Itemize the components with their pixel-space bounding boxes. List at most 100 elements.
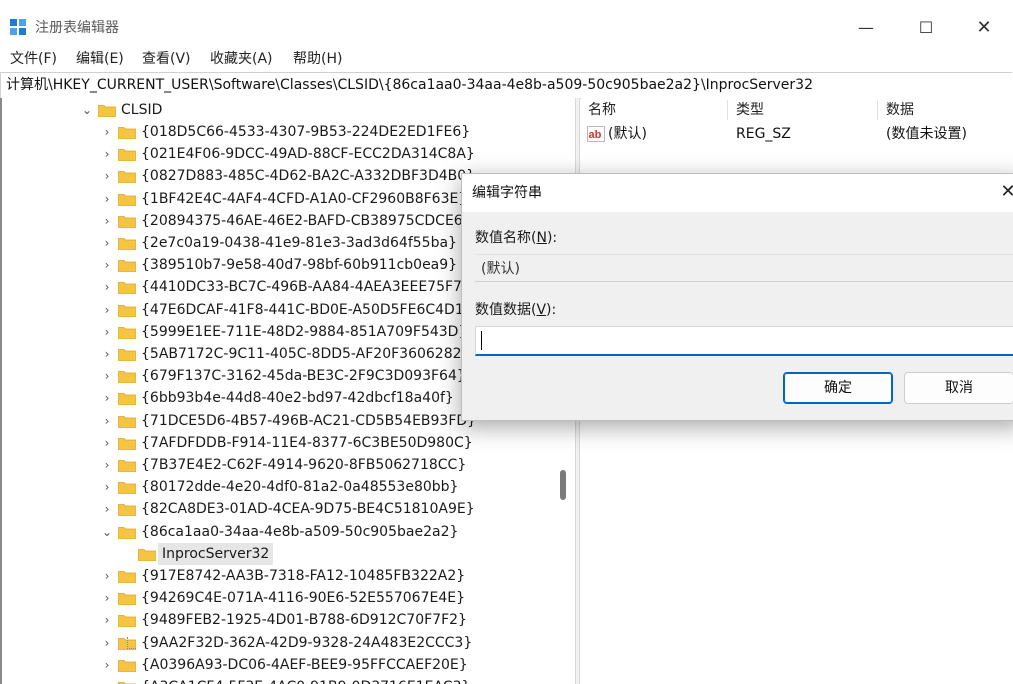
folder-icon xyxy=(118,349,136,361)
value-name[interactable]: (默认) xyxy=(608,123,647,145)
tree-item-key[interactable]: › {80172dde-4e20-4df0-81a2-0a48553e80bb} xyxy=(0,476,553,498)
tree-item-label: {7B37E4E2-C62F-4914-9620-8FB5062718CC} xyxy=(141,457,467,473)
folder-icon xyxy=(118,326,136,339)
menu-favorites[interactable]: 收藏夹(A) xyxy=(210,50,273,68)
scrollbar-thumb[interactable] xyxy=(560,470,566,500)
folder-icon xyxy=(118,460,136,472)
folder-icon xyxy=(118,260,136,273)
chevron-right-icon[interactable]: › xyxy=(101,165,113,187)
column-divider[interactable] xyxy=(727,100,728,120)
chevron-right-icon[interactable]: › xyxy=(101,143,113,165)
registry-app-icon xyxy=(10,19,26,35)
tree-item-key[interactable]: › {A0396A93-DC06-4AEF-BEE9-95FFCCAEF20E} xyxy=(0,654,553,676)
folder-icon xyxy=(118,615,136,628)
chevron-right-icon[interactable]: › xyxy=(101,676,113,684)
value-data-input[interactable] xyxy=(475,326,1013,356)
value-data: (数值未设置) xyxy=(886,126,967,142)
tree-item-label: {94269C4E-071A-4116-90E6-52E557067E4E} xyxy=(141,590,465,607)
chevron-right-icon[interactable]: › xyxy=(101,210,113,232)
tree-item-key[interactable]: › {7B37E4E2-C62F-4914-9620-8FB5062718CC} xyxy=(0,454,553,476)
chevron-right-icon[interactable]: › xyxy=(101,232,113,254)
folder-icon xyxy=(138,548,156,561)
chevron-right-icon[interactable]: › xyxy=(101,609,113,631)
folder-icon xyxy=(118,437,136,450)
tree-item-key[interactable]: › {018D5C66-4533-4307-9B53-224DE2ED1FE6} xyxy=(0,121,553,143)
tree-item-key[interactable]: ⌄ {86ca1aa0-34aa-4e8b-a509-50c905bae2a2} xyxy=(0,521,553,543)
tree-item-clsid[interactable]: ⌄ CLSID xyxy=(0,99,553,121)
tree-item-key[interactable]: › {021E4F06-9DCC-49AD-88CF-ECC2DA314C8A} xyxy=(0,143,553,165)
column-divider[interactable] xyxy=(877,100,878,120)
folder-icon xyxy=(118,304,136,317)
tree-item-label: {5999E1EE-711E-48D2-9884-851A709F543D} xyxy=(141,323,468,340)
tree-item-label: {20894375-46AE-46E2-BAFD-CB38975CDCE6} xyxy=(141,212,472,229)
close-window-button[interactable]: ✕ xyxy=(971,15,997,41)
address-path[interactable]: 计算机\HKEY_CURRENT_USER\Software\Classes\C… xyxy=(6,76,813,94)
title-bar[interactable]: 注册表编辑器 — ☐ ✕ xyxy=(0,0,1013,44)
chevron-right-icon[interactable]: › xyxy=(101,254,113,276)
folder-icon xyxy=(118,127,136,139)
column-header-name[interactable]: 名称 xyxy=(588,98,616,122)
tree-item-label: {018D5C66-4533-4307-9B53-224DE2ED1FE6} xyxy=(141,124,471,140)
tree-item-key[interactable]: › {917E8742-AA3B-7318-FA12-10485FB322A2} xyxy=(0,565,553,587)
value-name-text: (默认) xyxy=(481,261,520,277)
tree-item-label: {6bb93b4e-44d8-40e2-bd97-42dbcf18a40f} xyxy=(141,390,454,407)
minimize-button[interactable]: — xyxy=(853,15,879,41)
chevron-right-icon[interactable]: › xyxy=(101,343,113,365)
chevron-right-icon[interactable]: › xyxy=(101,121,113,143)
tree-item-label: {9489FEB2-1925-4D01-B788-6D912C70F7F2} xyxy=(141,612,467,629)
chevron-right-icon[interactable]: › xyxy=(101,498,113,520)
tree-connector xyxy=(127,648,136,649)
window-title: 注册表编辑器 xyxy=(35,20,119,36)
tree-item-label: {0827D883-485C-4D62-BA2C-A332DBF3D4B0} xyxy=(141,168,476,185)
folder-icon xyxy=(118,482,136,495)
menu-file[interactable]: 文件(F) xyxy=(10,50,57,68)
chevron-down-icon[interactable]: ⌄ xyxy=(81,99,93,121)
chevron-right-icon[interactable]: › xyxy=(101,432,113,454)
menu-view[interactable]: 查看(V) xyxy=(142,50,191,68)
value-type: REG_SZ xyxy=(736,126,791,142)
ok-button[interactable]: 确定 xyxy=(783,372,893,404)
tree-item-label: {021E4F06-9DCC-49AD-88CF-ECC2DA314C8A} xyxy=(141,146,475,163)
chevron-right-icon[interactable]: › xyxy=(101,587,113,609)
chevron-down-icon[interactable]: ⌄ xyxy=(101,521,113,543)
tree-item-subkey[interactable]: InprocServer32 xyxy=(0,542,553,565)
folder-icon xyxy=(118,571,136,583)
menu-help[interactable]: 帮助(H) xyxy=(293,50,342,68)
folder-icon xyxy=(118,415,136,428)
tree-item-key[interactable]: › {9489FEB2-1925-4D01-B788-6D912C70F7F2} xyxy=(0,609,553,631)
column-header-data[interactable]: 数据 xyxy=(886,98,914,122)
cancel-button[interactable]: 取消 xyxy=(904,372,1013,404)
tree-item-key[interactable]: › {94269C4E-071A-4116-90E6-52E557067E4E} xyxy=(0,587,553,609)
menu-edit[interactable]: 编辑(E) xyxy=(76,50,124,68)
tree-item-key[interactable]: › {82CA8DE3-01AD-4CEA-9D75-BE4C51810A9E} xyxy=(0,498,553,520)
chevron-right-icon[interactable]: › xyxy=(101,410,113,432)
pane-border xyxy=(0,98,2,684)
tree-item-label: {9AA2F32D-362A-42D9-9328-24A483E2CCC3} xyxy=(141,634,473,651)
tree-item-key[interactable]: › {A3CA1CF4-5F3E-4AC0-91B9-0D3716E1EAC3} xyxy=(0,676,553,684)
dialog-title-bar[interactable]: 编辑字符串 ✕ xyxy=(462,174,1013,212)
folder-icon xyxy=(118,393,136,406)
string-value-icon: ab xyxy=(587,126,605,142)
close-icon[interactable]: ✕ xyxy=(998,182,1013,202)
chevron-right-icon[interactable]: › xyxy=(101,454,113,476)
maximize-button[interactable]: ☐ xyxy=(913,15,939,41)
chevron-right-icon[interactable]: › xyxy=(101,476,113,498)
tree-item-key[interactable]: › {9AA2F32D-362A-42D9-9328-24A483E2CCC3} xyxy=(0,632,553,654)
address-bar[interactable]: 计算机\HKEY_CURRENT_USER\Software\Classes\C… xyxy=(0,72,1012,99)
chevron-right-icon[interactable]: › xyxy=(101,299,113,321)
chevron-right-icon[interactable]: › xyxy=(101,276,113,298)
chevron-right-icon[interactable]: › xyxy=(101,188,113,210)
tree-item-label: {A3CA1CF4-5F3E-4AC0-91B9-0D3716E1EAC3} xyxy=(141,676,470,684)
tree-item-label: {80172dde-4e20-4df0-81a2-0a48553e80bb} xyxy=(141,479,459,496)
tree-item-label: {82CA8DE3-01AD-4CEA-9D75-BE4C51810A9E} xyxy=(141,501,475,518)
chevron-right-icon[interactable]: › xyxy=(101,654,113,676)
tree-item-label: {4410DC33-BC7C-496B-AA84-4AEA3EEE75F7} xyxy=(141,279,471,296)
chevron-right-icon[interactable]: › xyxy=(101,632,113,654)
chevron-right-icon[interactable]: › xyxy=(101,365,113,387)
folder-icon xyxy=(118,371,136,384)
chevron-right-icon[interactable]: › xyxy=(101,321,113,343)
column-header-type[interactable]: 类型 xyxy=(736,98,764,122)
chevron-right-icon[interactable]: › xyxy=(101,565,113,587)
chevron-right-icon[interactable]: › xyxy=(101,387,113,409)
tree-item-key[interactable]: › {7AFDFDDB-F914-11E4-8377-6C3BE50D980C} xyxy=(0,432,553,454)
